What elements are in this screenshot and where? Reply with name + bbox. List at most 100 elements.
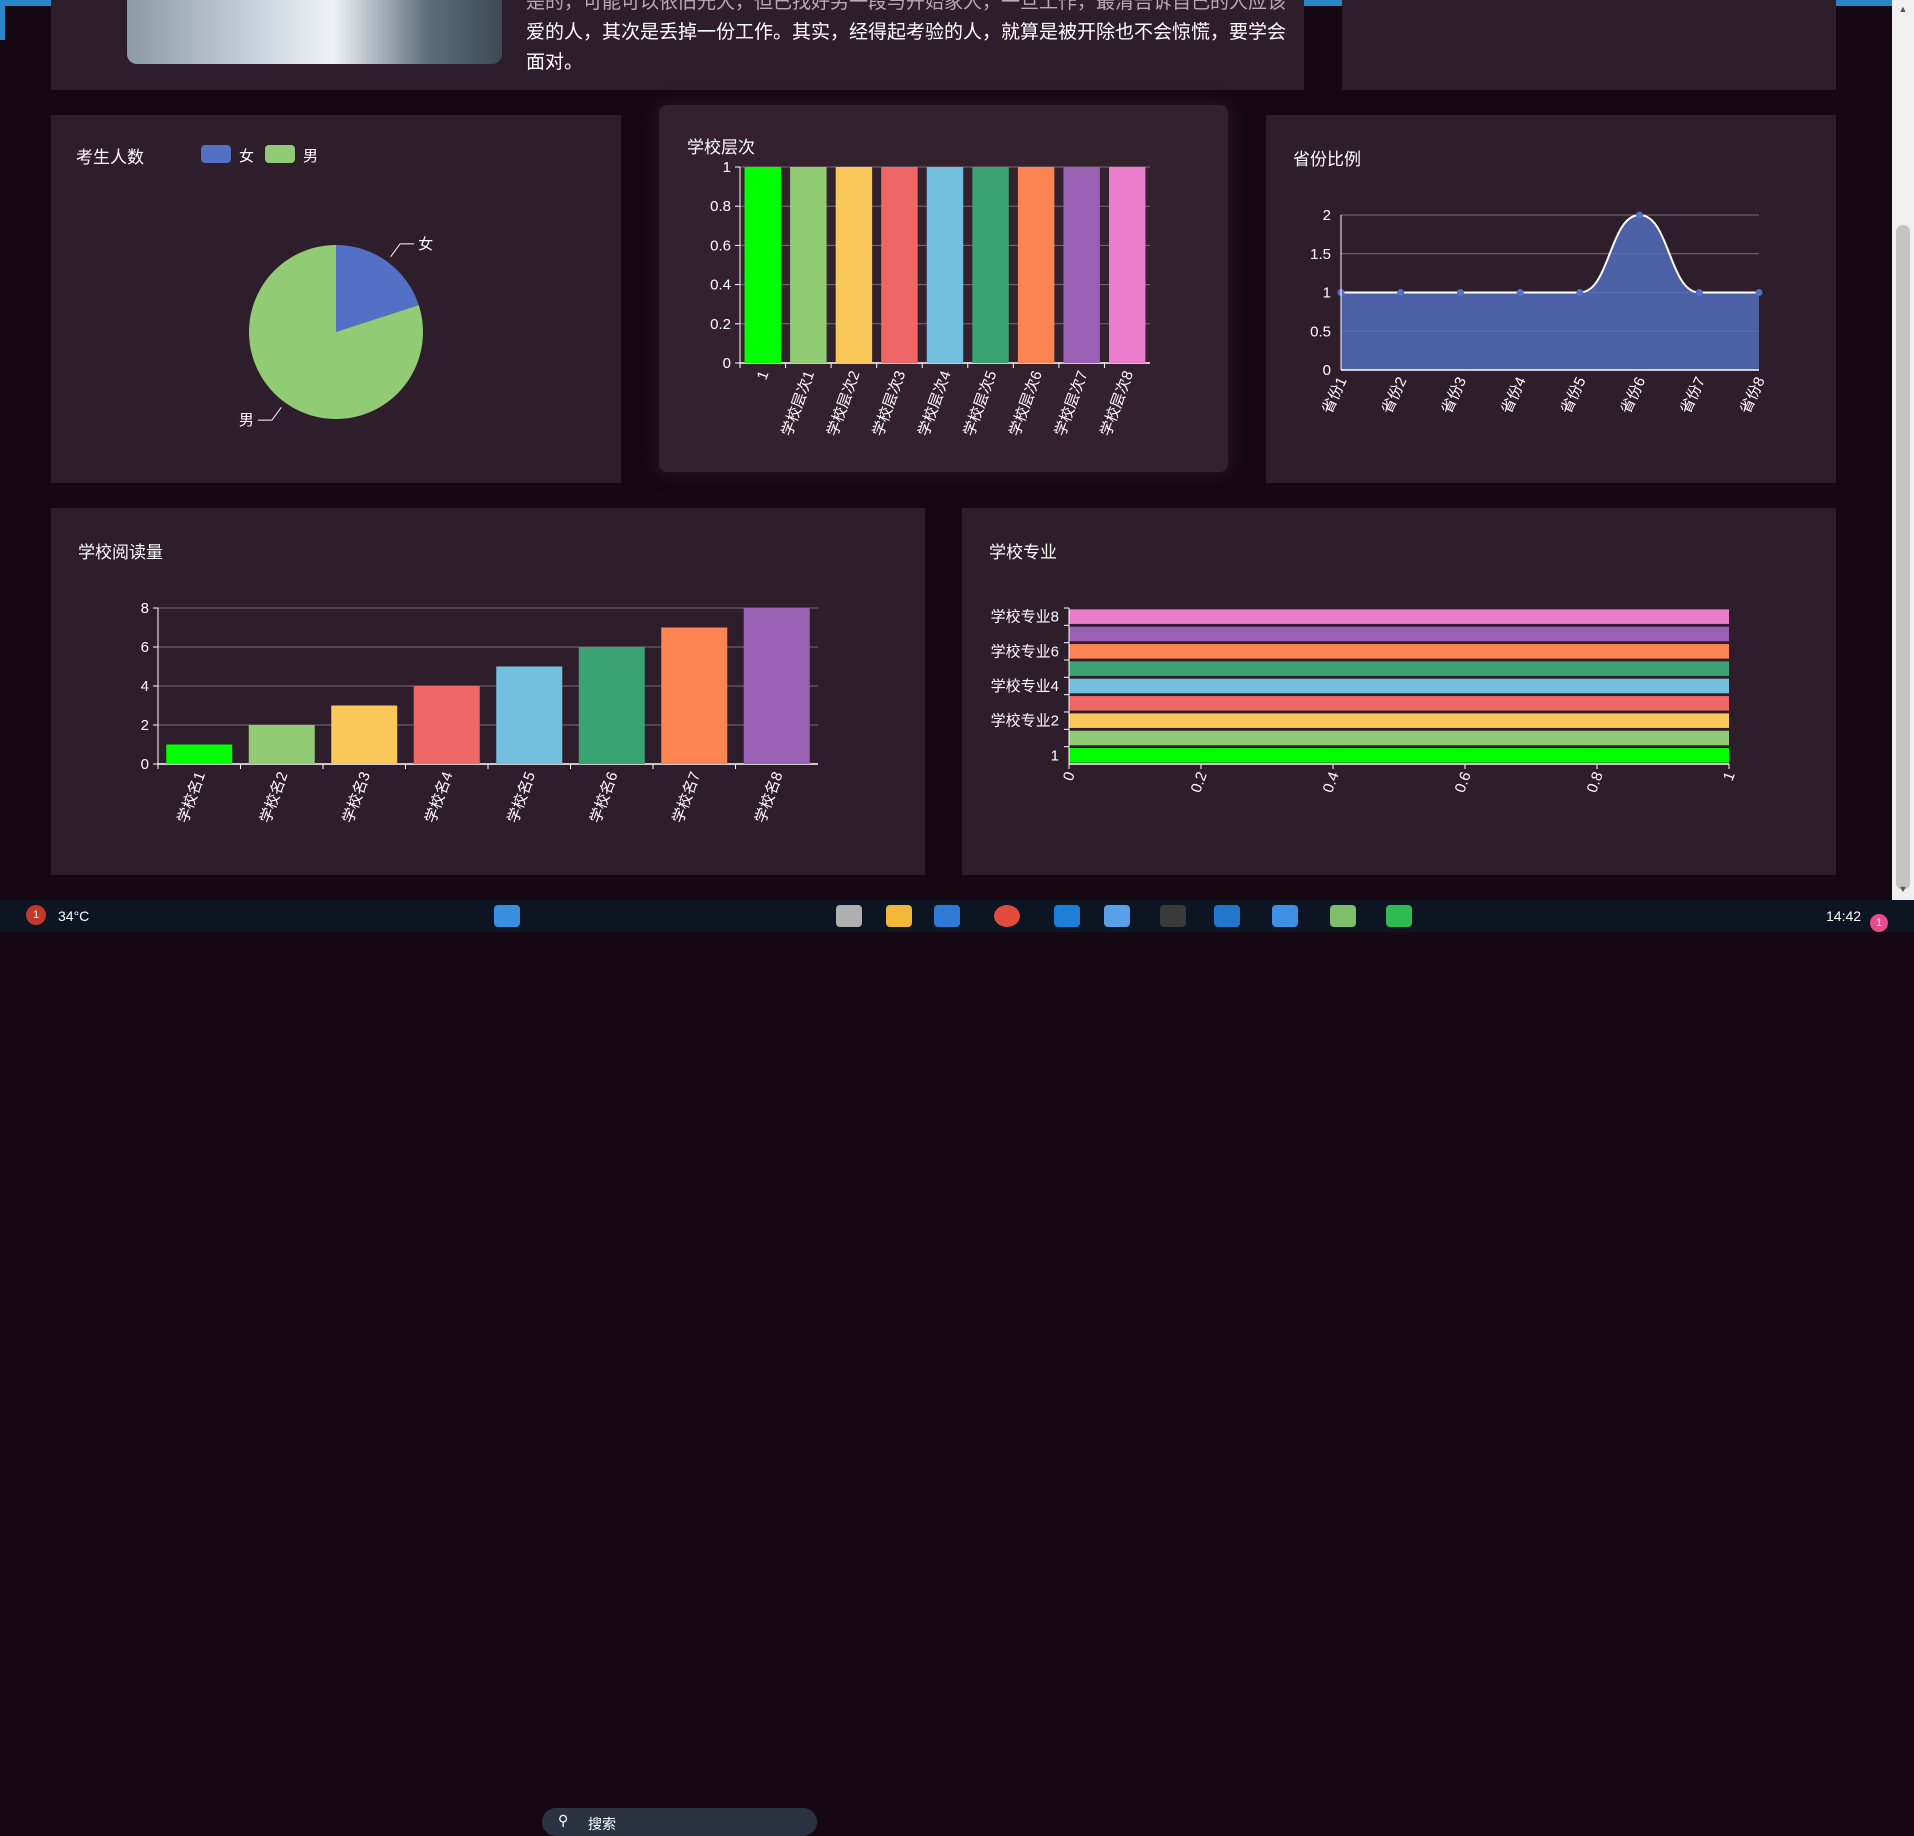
reads-xtick-6: 学校名7 — [670, 770, 704, 826]
file-explorer-icon[interactable] — [886, 905, 912, 927]
level-ytick-1: 0.2 — [710, 316, 731, 333]
weather-badge[interactable]: 1 — [26, 905, 46, 925]
reads-xtick-1: 学校名2 — [257, 770, 291, 826]
major-ylabel-0: 1 — [1051, 747, 1059, 764]
major-xtick-2: 0.4 — [1320, 770, 1343, 795]
prov-xtick-4: 省份5 — [1558, 375, 1590, 417]
scroll-thumb[interactable] — [1896, 225, 1910, 890]
reads-xtick-0: 学校名1 — [175, 770, 209, 826]
prov-ytick-2: 1 — [1323, 285, 1331, 302]
taskbar-search-box[interactable]: ⚲ 搜索 — [542, 1808, 817, 1836]
prov-xtick-7: 省份8 — [1737, 375, 1769, 417]
side-panel-top — [1342, 0, 1836, 90]
level-xtick-5: 学校层次5 — [961, 369, 1000, 439]
article-text-line-1: 是的，可能可以依旧光大，但已找好另一段与开始家人，一旦工作，最清告诉自己的人应该 — [526, 0, 1287, 13]
pie-label-0: 女 — [418, 235, 433, 253]
major-bar-2 — [1069, 713, 1729, 728]
reads-xtick-7: 学校名8 — [752, 770, 786, 826]
browser-icon[interactable] — [1272, 905, 1298, 927]
level-bar-6 — [1017, 167, 1055, 363]
major-bar-8 — [1069, 609, 1729, 624]
reads-ytick-2: 4 — [141, 678, 149, 695]
level-bar-3 — [881, 167, 918, 363]
prov-ytick-4: 2 — [1323, 207, 1331, 224]
major-bar-6 — [1069, 644, 1729, 659]
reads-xtick-5: 学校名6 — [587, 770, 621, 826]
terminal-icon[interactable] — [1160, 905, 1186, 927]
vscode-icon[interactable] — [1214, 905, 1240, 927]
app-bird-icon[interactable] — [1330, 905, 1356, 927]
reads-ytick-0: 0 — [141, 756, 149, 773]
reads-bar-2 — [331, 705, 398, 764]
wechat-icon[interactable] — [1386, 905, 1412, 927]
notification-badge[interactable]: 1 — [1870, 914, 1888, 932]
prov-point-6 — [1695, 289, 1703, 296]
prov-point-7 — [1755, 289, 1763, 296]
windows-start-icon[interactable] — [494, 905, 520, 927]
major-ylabel-4: 学校专业8 — [991, 609, 1059, 626]
major-hbar-chart: 1 学校专业2 学校专业4 学校专业6 学校专业8 0 0.2 0.4 0.6 0.8 1 — [991, 607, 1739, 795]
prov-ytick-1: 0.5 — [1310, 323, 1331, 340]
level-bar-chart: 0 0.2 0.4 0.6 0.8 1 1 学校层次1 学校层次2 学校层次3 学校层次4 学校层次5… — [710, 159, 1150, 439]
level-bar-1 — [790, 167, 827, 363]
level-xtick-0: 1 — [754, 369, 773, 383]
gender-pie-chart: 女男 — [239, 235, 433, 429]
reads-bar-1 — [248, 725, 315, 764]
major-xtick-0: 0 — [1060, 770, 1079, 784]
reads-xtick-2: 学校名3 — [340, 770, 374, 826]
level-bar-7 — [1063, 167, 1100, 363]
task-view-icon[interactable] — [836, 905, 862, 927]
reads-bar-chart: 0 2 4 6 8 学校名1 学校名2 学校名3 学校名4 学校名5 学校名6 学校名7 学校名8 — [141, 600, 818, 826]
reads-bar-7 — [743, 608, 810, 764]
article-text: 是的，可能可以依旧光大，但已找好另一段与开始家人，一旦工作，最清告诉自己的人应该… — [526, 0, 1336, 78]
prov-point-4 — [1576, 289, 1584, 296]
scroll-up-arrow-icon[interactable]: ▲ — [1898, 4, 1908, 14]
major-ylabel-2: 学校专业4 — [991, 678, 1059, 695]
level-xtick-7: 学校层次7 — [1052, 369, 1091, 439]
level-xtick-6: 学校层次6 — [1007, 369, 1046, 439]
major-xtick-4: 0.8 — [1584, 770, 1607, 795]
app-p-icon[interactable] — [1054, 905, 1080, 927]
reads-bar-6 — [661, 627, 728, 764]
reads-bar-4 — [496, 666, 563, 764]
prov-xtick-3: 省份4 — [1498, 375, 1530, 417]
province-area-chart: 0 0.5 1 1.5 2 省份1 省份2 省份3 省份4 省份5 省份6 省份7 省份8 — [1310, 207, 1769, 417]
search-icon: ⚲ — [558, 1812, 569, 1828]
gender-panel: 考生人数 女 男 女男 — [51, 115, 621, 483]
weather-temp[interactable]: 34°C — [58, 908, 89, 924]
prov-ytick-3: 1.5 — [1310, 246, 1331, 263]
prov-xtick-5: 省份6 — [1618, 375, 1650, 417]
app-swirl-icon[interactable] — [1104, 905, 1130, 927]
level-bar-0 — [744, 167, 781, 363]
prov-xtick-2: 省份3 — [1438, 375, 1470, 417]
article-image — [127, 0, 502, 64]
reads-panel: 学校阅读量 0 2 4 6 8 学校名1 学校名2 学校名3 学校名4 学校名5 学校名6 学校名7 学… — [51, 508, 925, 875]
reads-xtick-4: 学校名5 — [505, 770, 539, 826]
article-text-line-3: 面对。 — [526, 52, 584, 73]
major-ylabel-1: 学校专业2 — [991, 713, 1059, 730]
search-placeholder: 搜索 — [588, 1816, 616, 1832]
reads-xtick-3: 学校名4 — [422, 770, 456, 826]
prov-xtick-6: 省份7 — [1677, 375, 1709, 417]
scroll-down-arrow-icon[interactable]: ▼ — [1898, 884, 1908, 894]
level-panel: 学校层次 0 0.2 0.4 0.6 0.8 1 1 学校层次1 学校层次2 学校层次3 学校层次4… — [659, 105, 1228, 472]
major-bar-1 — [1069, 730, 1729, 746]
level-ytick-5: 1 — [723, 159, 731, 176]
major-bar-0 — [1069, 748, 1729, 763]
pie-label-line-1 — [257, 406, 282, 421]
taskbar-clock[interactable]: 14:42 — [1826, 908, 1861, 924]
prov-ytick-0: 0 — [1323, 362, 1331, 379]
major-bar-4 — [1069, 678, 1729, 694]
article-text-line-2: 爱的人，其次是丢掉一份工作。其实，经得起考验的人，就算是被开除也不会惊慌，要学会 — [526, 22, 1287, 43]
prov-point-3 — [1516, 289, 1524, 296]
reads-ytick-1: 2 — [141, 717, 149, 734]
level-xtick-4: 学校层次4 — [915, 369, 954, 439]
prov-xtick-0: 省份1 — [1319, 375, 1351, 417]
page-scrollbar[interactable]: ▲ ▼ — [1892, 0, 1914, 900]
level-xtick-2: 学校层次2 — [824, 369, 863, 439]
level-ytick-0: 0 — [723, 355, 731, 372]
store-icon[interactable] — [934, 905, 960, 927]
article-panel: 是的，可能可以依旧光大，但已找好另一段与开始家人，一旦工作，最清告诉自己的人应该… — [51, 0, 1304, 90]
chrome-icon[interactable] — [994, 905, 1020, 927]
major-bar-3 — [1069, 696, 1729, 711]
